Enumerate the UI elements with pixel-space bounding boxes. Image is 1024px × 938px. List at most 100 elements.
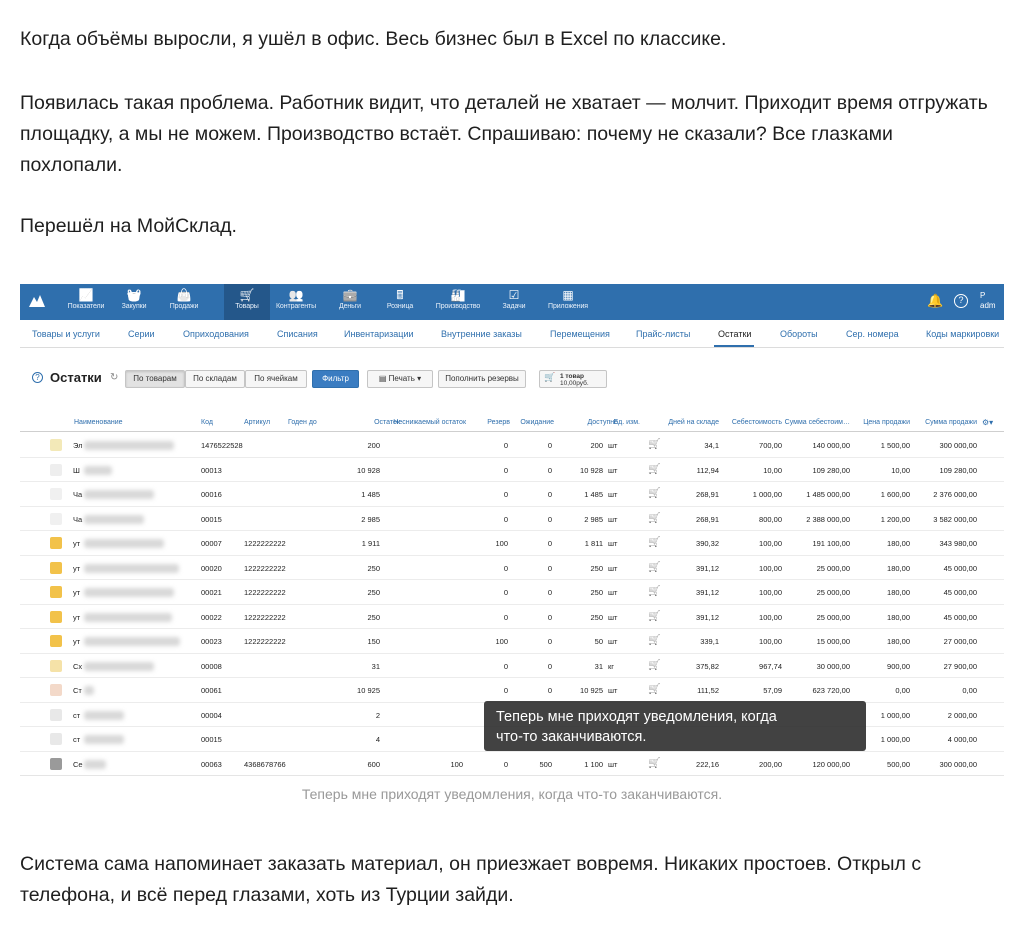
product-name[interactable]: Ча (73, 490, 82, 499)
column-header-6[interactable]: Резерв (487, 419, 510, 426)
nav-4-item[interactable]: 👥 Контрагенты (272, 284, 320, 320)
nav-7-item[interactable]: 🏭 Производство (434, 284, 482, 320)
column-header-3[interactable]: Годен до (288, 419, 317, 426)
add-to-cart-icon[interactable]: 🛒 (648, 513, 660, 524)
product-name[interactable]: Се (73, 760, 83, 769)
settings-gear-icon[interactable]: ⚙▾ (982, 418, 993, 427)
print-button[interactable]: ▤ Печать ▾ (367, 370, 433, 388)
blurred-name (84, 612, 172, 622)
cart-summary-button[interactable]: 🛒 1 товар 10,00руб. (539, 370, 607, 388)
refresh-icon[interactable]: ↻ (110, 372, 118, 383)
product-name[interactable]: Ча (73, 515, 82, 524)
product-name[interactable]: ут (73, 539, 80, 548)
product-name[interactable]: Эл (73, 441, 83, 450)
nav-2-item[interactable]: 👜 Продажи (160, 284, 208, 320)
product-name[interactable]: Ст (73, 686, 82, 695)
subnav-tab-1[interactable]: Серии (128, 329, 155, 339)
replenish-reserves-button[interactable]: Пополнить резервы (438, 370, 526, 388)
blurred-name (84, 563, 179, 573)
add-to-cart-icon[interactable]: 🛒 (648, 488, 660, 499)
product-thumbnail (50, 733, 62, 745)
column-header-2[interactable]: Артикул (244, 419, 270, 426)
view-by-products-button[interactable]: По товарам (125, 370, 185, 388)
table-row[interactable]: Сх 00008 31 0 0 31 кг 375,82 967,74 30 000,00 900,… (20, 654, 1004, 678)
subnav-tab-8[interactable]: Остатки (718, 329, 751, 339)
table-row[interactable]: Ча 00015 2 985 0 0 2 985 шт 268,91 800,00 2 388 0… (20, 507, 1004, 531)
product-name[interactable]: ут (73, 613, 80, 622)
table-row[interactable]: Ча 00016 1 485 0 0 1 485 шт 268,91 1 000,00 1 485… (20, 482, 1004, 507)
product-name[interactable]: ут (73, 564, 80, 573)
cell-avail: 31 (594, 661, 603, 671)
column-header-13[interactable]: Цена продажи (863, 419, 910, 426)
nav-1-item[interactable]: 🧺 Закупки (110, 284, 158, 320)
bell-icon[interactable]: 🔔 (927, 293, 943, 309)
product-name[interactable]: ут (73, 588, 80, 597)
column-header-7[interactable]: Ожидание (520, 419, 554, 426)
nav-9-item[interactable]: ▦ Приложения (544, 284, 592, 320)
user-menu[interactable]: Padm (980, 291, 996, 311)
product-name[interactable]: ут (73, 637, 80, 646)
column-header-0[interactable]: Наименование (74, 419, 123, 426)
add-to-cart-icon[interactable]: 🛒 (648, 684, 660, 695)
cell-sum: 45 000,00 (943, 588, 977, 597)
column-header-10[interactable]: Дней на складе (668, 419, 719, 426)
column-header-9[interactable]: Ед. изм. (613, 419, 640, 426)
cell-stock: 2 (375, 710, 380, 720)
subnav-tab-2[interactable]: Оприходования (183, 329, 249, 339)
table-row[interactable]: ут 00021 1222222222 250 0 0 250 шт 391,12 100,00 2… (20, 580, 1004, 605)
table-row[interactable]: ут 00020 1222222222 250 0 0 250 шт 391,12 100,00 2… (20, 556, 1004, 580)
cell-code: 00022 (201, 612, 222, 622)
column-header-5[interactable]: Неснижаемый остаток (393, 419, 466, 426)
sub-navigation: Товары и услуги Серии Оприходования Списани… (20, 320, 1004, 348)
product-name[interactable]: ст (73, 711, 80, 720)
table-row[interactable]: ут 00023 1222222222 150 100 0 50 шт 339,1 100,00 1… (20, 629, 1004, 654)
column-header-11[interactable]: Себестоимость (732, 419, 782, 426)
subnav-tab-9[interactable]: Обороты (780, 329, 818, 339)
column-header-12[interactable]: Сумма себестоим… (785, 419, 850, 426)
subnav-tab-7[interactable]: Прайс-листы (636, 329, 690, 339)
subnav-tab-0[interactable]: Товары и услуги (32, 329, 100, 339)
view-by-warehouses-button[interactable]: По складам (185, 370, 245, 388)
subnav-tab-3[interactable]: Списания (277, 329, 318, 339)
table-row[interactable]: ут 00007 1222222222 1 911 100 0 1 811 шт 390,32 1… (20, 531, 1004, 556)
subnav-tab-6[interactable]: Перемещения (550, 329, 610, 339)
column-header-1[interactable]: Код (201, 419, 213, 426)
add-to-cart-icon[interactable]: 🛒 (648, 537, 660, 548)
add-to-cart-icon[interactable]: 🛒 (648, 611, 660, 622)
subnav-tab-10[interactable]: Сер. номера (846, 329, 899, 339)
nav-0-item[interactable]: 📈 Показатели (62, 284, 110, 320)
table-row[interactable]: Ст 00061 10 925 0 0 10 925 шт 111,52 57,09 623 72… (20, 678, 1004, 703)
product-name[interactable]: Ш (73, 466, 80, 475)
table-row[interactable]: Се 00063 4368678766 600 100 0 500 1 100 шт 222,16… (20, 752, 1004, 776)
product-thumbnail (50, 463, 62, 476)
nav-5-item[interactable]: 💼 Деньги (326, 284, 374, 320)
product-thumbnail (50, 757, 62, 770)
filter-button[interactable]: Фильтр (312, 370, 359, 388)
product-name[interactable]: ст (73, 735, 80, 744)
help-icon[interactable]: ? (954, 294, 968, 308)
nav-8-item[interactable]: ☑ Задачи (490, 284, 538, 320)
product-name[interactable]: Сх (73, 662, 82, 671)
add-to-cart-icon[interactable]: 🛒 (648, 660, 660, 671)
help-circle-icon[interactable]: ? (32, 372, 43, 383)
table-row[interactable]: ут 00022 1222222222 250 0 0 250 шт 391,12 100,00 2… (20, 605, 1004, 629)
view-by-cells-button[interactable]: По ячейкам (245, 370, 307, 388)
subnav-tab-5[interactable]: Внутренние заказы (441, 329, 522, 339)
table-row[interactable]: Ш 00013 10 928 0 0 10 928 шт 112,94 10,00 109 280… (20, 458, 1004, 482)
add-to-cart-icon[interactable]: 🛒 (648, 635, 660, 646)
nav-6-item[interactable]: 🖩 Розница (376, 284, 424, 320)
add-to-cart-icon[interactable]: 🛒 (648, 586, 660, 597)
table-row[interactable]: Эл 1476522528 200 0 0 200 шт 34,1 700,00 140 000,… (20, 433, 1004, 458)
nav-label: Контрагенты (275, 303, 317, 310)
subnav-tab-11[interactable]: Коды маркировки (926, 329, 999, 339)
add-to-cart-icon[interactable]: 🛒 (648, 562, 660, 573)
nav-3-item[interactable]: 🛒 Товары (224, 284, 270, 320)
cell-stock: 2 985 (361, 514, 380, 524)
column-header-14[interactable]: Сумма продажи (925, 419, 977, 426)
add-to-cart-icon[interactable]: 🛒 (648, 464, 660, 475)
add-to-cart-icon[interactable]: 🛒 (648, 758, 660, 769)
cell-price: 1 600,00 (880, 490, 910, 499)
add-to-cart-icon[interactable]: 🛒 (648, 439, 660, 450)
cell-code: 00061 (201, 686, 222, 695)
subnav-tab-4[interactable]: Инвентаризации (344, 329, 414, 339)
